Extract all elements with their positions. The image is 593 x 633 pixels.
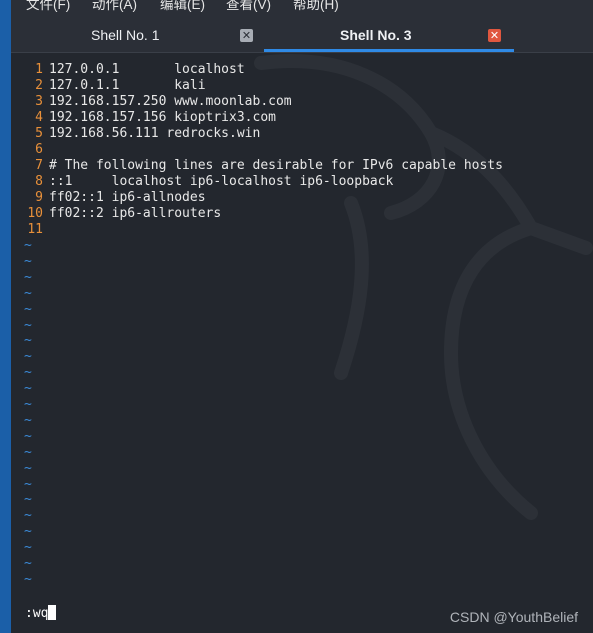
code-line: 3 192.168.157.250 www.moonlab.com [11, 94, 292, 110]
text-cursor [48, 605, 57, 620]
line-text: 127.0.1.1 kali [49, 78, 206, 93]
empty-line-marker: ~ [24, 253, 32, 269]
empty-line-marker: ~ [24, 476, 32, 492]
tab-shell-1[interactable]: Shell No. 1 ✕ [11, 17, 264, 52]
menu-help[interactable]: 帮助(H) [293, 0, 339, 12]
command-line[interactable]: :wq [25, 605, 57, 622]
empty-line-marker: ~ [24, 269, 32, 285]
line-text: ff02::2 ip6-allrouters [49, 206, 222, 221]
empty-line-marker: ~ [24, 540, 32, 556]
line-number: 8 [35, 174, 43, 189]
empty-line-marker: ~ [24, 365, 32, 381]
menu-action[interactable]: 动作(A) [92, 0, 137, 12]
line-number: 7 [35, 158, 43, 173]
empty-line-marker: ~ [24, 397, 32, 412]
code-line: 1 127.0.0.1 localhost [11, 62, 245, 78]
tab-label: Shell No. 3 [340, 27, 412, 43]
code-line: 9 ff02::1 ip6-allnodes [11, 190, 206, 206]
code-line: 2 127.0.1.1 kali [11, 78, 206, 94]
line-number: 9 [35, 190, 43, 205]
line-number: 10 [27, 206, 43, 221]
line-text: 192.168.56.111 redrocks.win [49, 126, 261, 141]
menu-edit[interactable]: 编辑(E) [160, 0, 205, 12]
line-text: ::1 localhost ip6-localhost ip6-loopback [49, 174, 394, 189]
line-number: 3 [35, 94, 43, 109]
line-text: # The following lines are desirable for … [49, 158, 503, 173]
code-line: 11 [11, 222, 49, 238]
line-text: 192.168.157.156 kioptrix3.com [49, 110, 276, 125]
line-number: 11 [27, 222, 43, 237]
menu-file[interactable]: 文件(F) [26, 0, 70, 12]
empty-line-marker: ~ [24, 556, 32, 571]
empty-line-marker: ~ [24, 524, 32, 540]
vim-editor[interactable]: 1 127.0.0.1 localhost 2 127.0.1.1 kali 3 19… [11, 53, 593, 633]
menu-view[interactable]: 查看(V) [226, 0, 271, 12]
line-number: 2 [35, 78, 43, 93]
line-text: 192.168.157.250 www.moonlab.com [49, 94, 292, 109]
code-line: 10 ff02::2 ip6-allrouters [11, 206, 221, 222]
code-line: 7 # The following lines are desirable for… [11, 158, 503, 174]
line-text: ff02::1 ip6-allnodes [49, 190, 206, 205]
command-text: :wq [25, 606, 49, 621]
code-line: 6 [11, 142, 49, 158]
tab-bar: Shell No. 1 ✕ Shell No. 3 ✕ [11, 17, 593, 53]
empty-line-marker: ~ [24, 571, 32, 587]
code-line: 5 192.168.56.111 redrocks.win [11, 126, 260, 142]
code-line: 8::1 localhost ip6-localhost ip6-loopbac… [11, 174, 393, 190]
empty-line-marker: ~ [24, 412, 32, 428]
empty-line-marker: ~ [24, 381, 32, 397]
window-left-edge [0, 0, 11, 633]
empty-line-marker: ~ [24, 285, 32, 301]
line-number: 6 [35, 142, 43, 157]
empty-line-marker: ~ [24, 460, 32, 476]
tab-shell-3[interactable]: Shell No. 3 ✕ [264, 17, 514, 52]
empty-line-marker: ~ [24, 349, 32, 365]
empty-line-marker: ~ [24, 317, 32, 333]
empty-line-marker: ~ [24, 238, 32, 253]
line-number: 4 [35, 110, 43, 125]
empty-line-marker: ~ [24, 428, 32, 444]
empty-line-marker: ~ [24, 444, 32, 460]
line-number: 5 [35, 126, 43, 141]
line-number: 1 [35, 62, 43, 77]
empty-line-marker: ~ [24, 333, 32, 349]
menubar: 文件(F) 动作(A) 编辑(E) 查看(V) 帮助(H) [11, 0, 593, 17]
empty-line-marker: ~ [24, 492, 32, 508]
line-text: 127.0.0.1 localhost [49, 62, 245, 77]
empty-line-marker: ~ [24, 508, 32, 524]
close-icon[interactable]: ✕ [240, 29, 253, 42]
empty-line-marker: ~ [24, 301, 32, 317]
tab-label: Shell No. 1 [91, 27, 160, 43]
watermark-text: CSDN @YouthBelief [449, 609, 578, 625]
code-line: 4 192.168.157.156 kioptrix3.com [11, 110, 276, 126]
close-icon[interactable]: ✕ [488, 29, 501, 42]
